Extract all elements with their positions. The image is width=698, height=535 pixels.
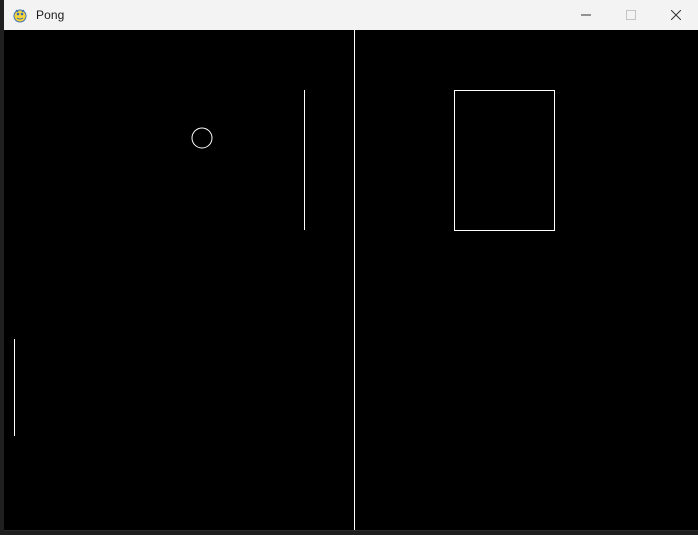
window-title: Pong (36, 8, 65, 22)
close-button[interactable] (653, 0, 698, 30)
game-surface (4, 30, 698, 530)
maximize-button[interactable] (608, 0, 653, 30)
minimize-icon (580, 14, 591, 16)
close-icon (670, 10, 681, 20)
window-controls (563, 0, 698, 30)
pygame-snake-icon (12, 7, 28, 23)
game-canvas[interactable] (4, 30, 698, 530)
minimize-button[interactable] (563, 0, 608, 30)
maximize-icon (625, 10, 636, 20)
pong-window: Pong (4, 0, 698, 531)
title-bar[interactable]: Pong (4, 0, 698, 30)
